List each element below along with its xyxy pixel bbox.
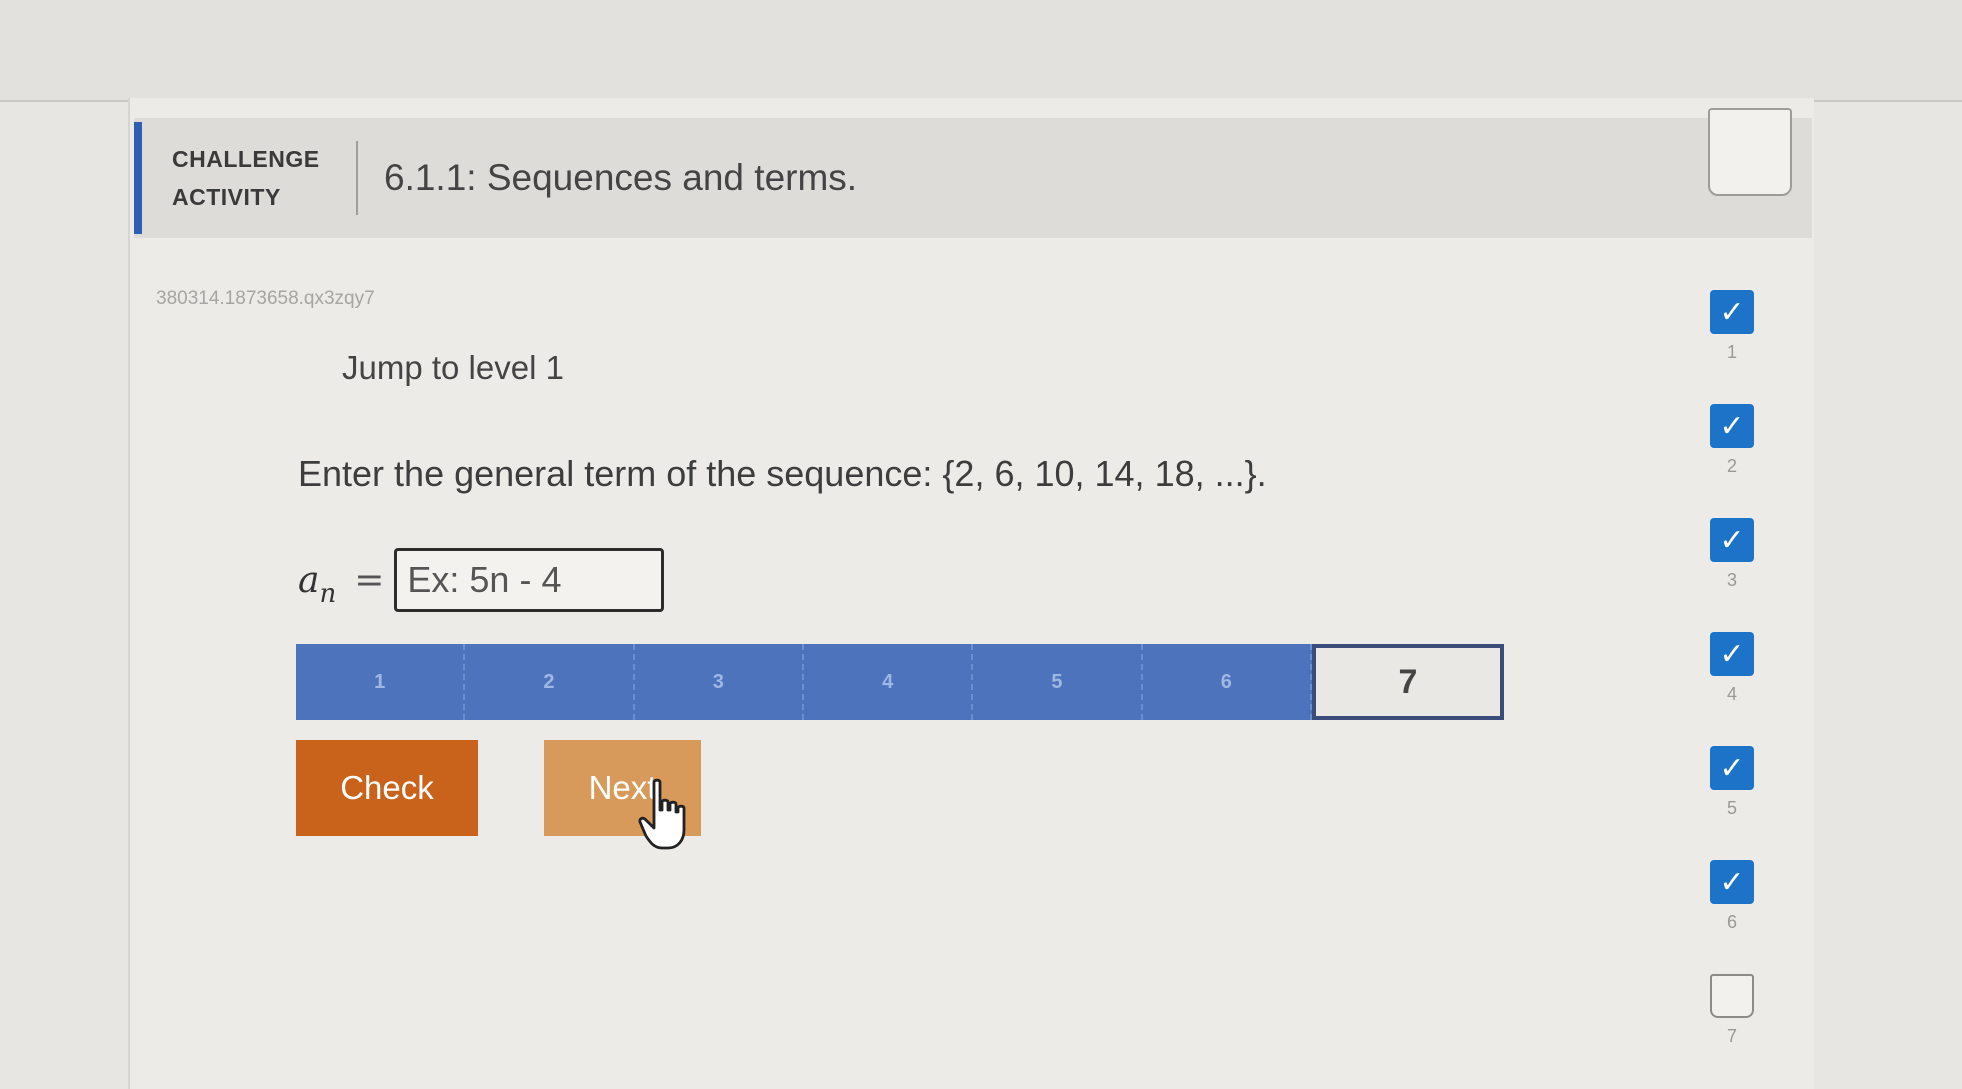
activity-id: 380314.1873658.qx3zqy7 [156,288,375,309]
checkmark-icon: ✓ [1710,632,1754,676]
activity-header: CHALLENGE ACTIVITY 6.1.1: Sequences and … [134,118,1812,238]
checklist-step-4: ✓ 4 [1692,632,1772,705]
checklist-step-number: 6 [1726,912,1737,932]
checklist-step-number: 7 [1726,1026,1737,1046]
checkmark-icon: ✓ [1710,404,1754,448]
empty-box-icon [1710,974,1754,1018]
checklist-step-number: 5 [1726,798,1737,818]
jump-to-level-link[interactable]: Jump to level 1 [342,349,564,387]
checkmark-icon: ✓ [1710,860,1754,904]
checklist-step-3: ✓ 3 [1692,518,1772,591]
equals-sign: = [354,559,385,601]
level-segment-2[interactable]: 2 [465,644,635,720]
checklist-step-7: 7 [1692,974,1772,1047]
math-variable: an [298,559,336,609]
level-segment-4[interactable]: 4 [803,644,974,720]
checkmark-icon: ✓ [1710,746,1754,790]
checklist-step-number: 2 [1726,456,1737,476]
answer-row: an = [298,548,665,612]
level-segment-6[interactable]: 6 [1142,644,1312,720]
hand-cursor-icon [638,778,686,850]
checklist-step-5: ✓ 5 [1692,746,1772,819]
answer-input[interactable] [394,548,665,612]
level-segment-5[interactable]: 5 [973,644,1143,720]
activity-title: 6.1.1: Sequences and terms. [384,157,858,198]
checklist-step-6: ✓ 6 [1692,860,1772,933]
question-text: Enter the general term of the sequence: … [298,453,1267,494]
level-checklist: ✓ 1 ✓ 2 ✓ 3 ✓ 4 ✓ 5 ✓ 6 7 [1692,290,1772,1080]
top-band [0,0,1962,102]
header-divider [356,141,358,215]
checklist-step-number: 3 [1726,570,1737,590]
level-segment-1[interactable]: 1 [296,644,466,720]
level-segment-7[interactable]: 7 [1311,644,1505,720]
level-progress-bar: 1234567 [296,644,1505,720]
check-button[interactable]: Check [296,740,478,836]
checklist-step-1: ✓ 1 [1692,290,1772,363]
variable-subscript: n [319,578,337,609]
activity-type-label: CHALLENGE ACTIVITY [172,146,320,210]
level-segment-3[interactable]: 3 [634,644,804,720]
checklist-step-number: 4 [1726,684,1737,704]
header-accent-bar [134,122,142,234]
checklist-step-number: 1 [1726,342,1737,362]
checklist-step-2: ✓ 2 [1692,404,1772,477]
activity-completion-box [1708,108,1792,196]
checkmark-icon: ✓ [1710,518,1754,562]
checkmark-icon: ✓ [1710,290,1754,334]
variable-name: a [298,559,320,601]
